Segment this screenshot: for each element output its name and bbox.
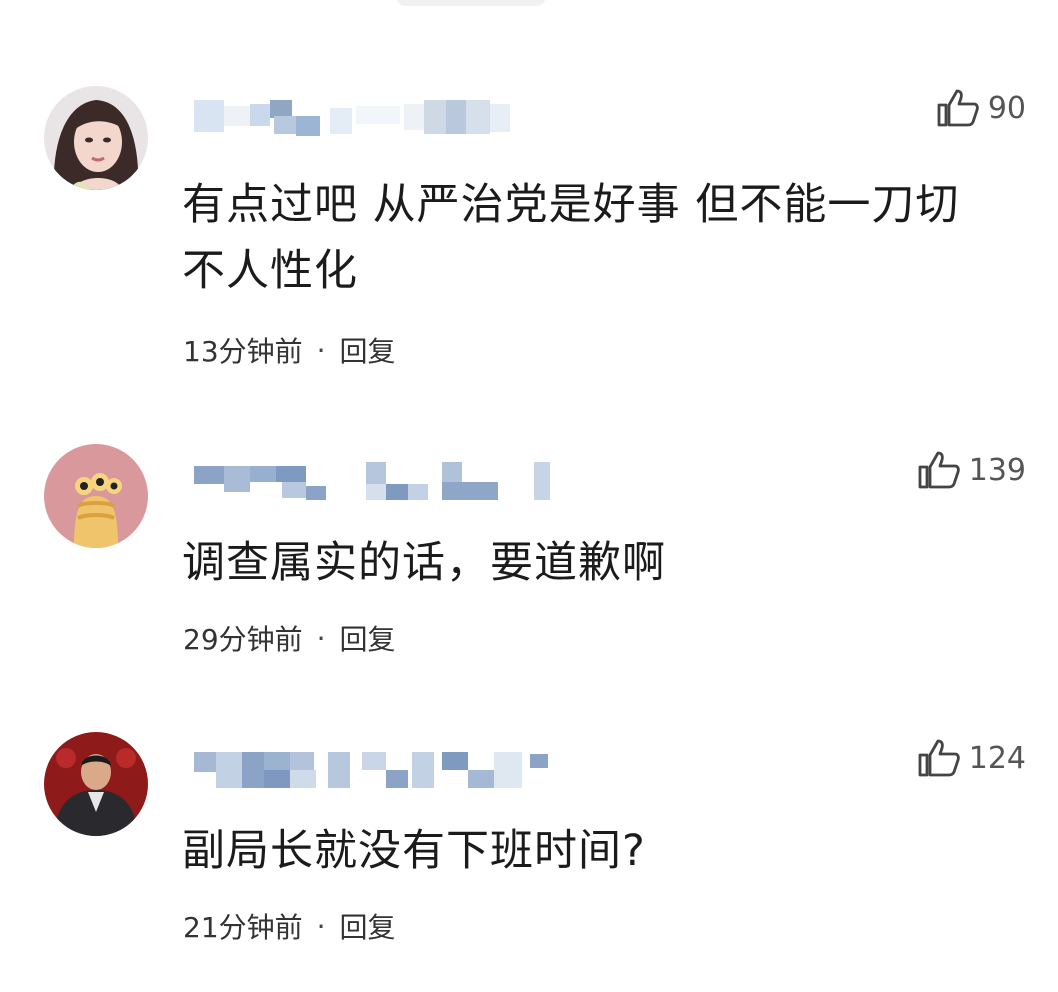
reply-button[interactable]: 回复 [340,618,396,658]
comment-meta: 21分钟前 · 回复 [183,906,396,946]
comment-time: 13分钟前 [183,335,303,368]
like-count: 139 [968,452,1026,488]
reply-button[interactable]: 回复 [340,330,396,370]
comment-time: 29分钟前 [183,623,303,656]
user-avatar[interactable] [44,86,148,190]
thumbs-up-icon [918,451,960,489]
like-count: 90 [987,90,1026,126]
like-button[interactable]: 124 [917,736,1026,780]
username-blurred[interactable] [190,748,550,794]
comment-text: 调查属实的话，要道歉啊 [182,538,666,588]
like-button[interactable]: 139 [917,448,1026,492]
meta-separator: · [316,909,326,943]
user-avatar[interactable] [44,732,148,836]
thumbs-up-icon [937,89,979,127]
comment-text: 副局长就没有下班时间? [182,826,646,876]
woman-portrait-icon [44,86,148,190]
top-handle [396,0,546,6]
meta-separator: · [316,333,326,367]
username-blurred[interactable] [190,462,550,508]
comment-meta: 13分钟前 · 回复 [183,330,396,370]
comment-meta: 29分钟前 · 回复 [183,618,396,658]
comment-time: 21分钟前 [183,911,303,944]
meta-separator: · [316,621,326,655]
man-in-red-chair-icon [44,732,148,836]
cartoon-creature-icon [44,444,148,548]
like-count: 124 [968,740,1026,776]
thumbs-up-icon [918,739,960,777]
like-button[interactable]: 90 [936,86,1026,130]
username-blurred[interactable] [190,96,550,142]
reply-button[interactable]: 回复 [340,906,396,946]
comment-text: 有点过吧 从严治党是好事 但不能一刀切 不人性化 [182,180,960,296]
user-avatar[interactable] [44,444,148,548]
